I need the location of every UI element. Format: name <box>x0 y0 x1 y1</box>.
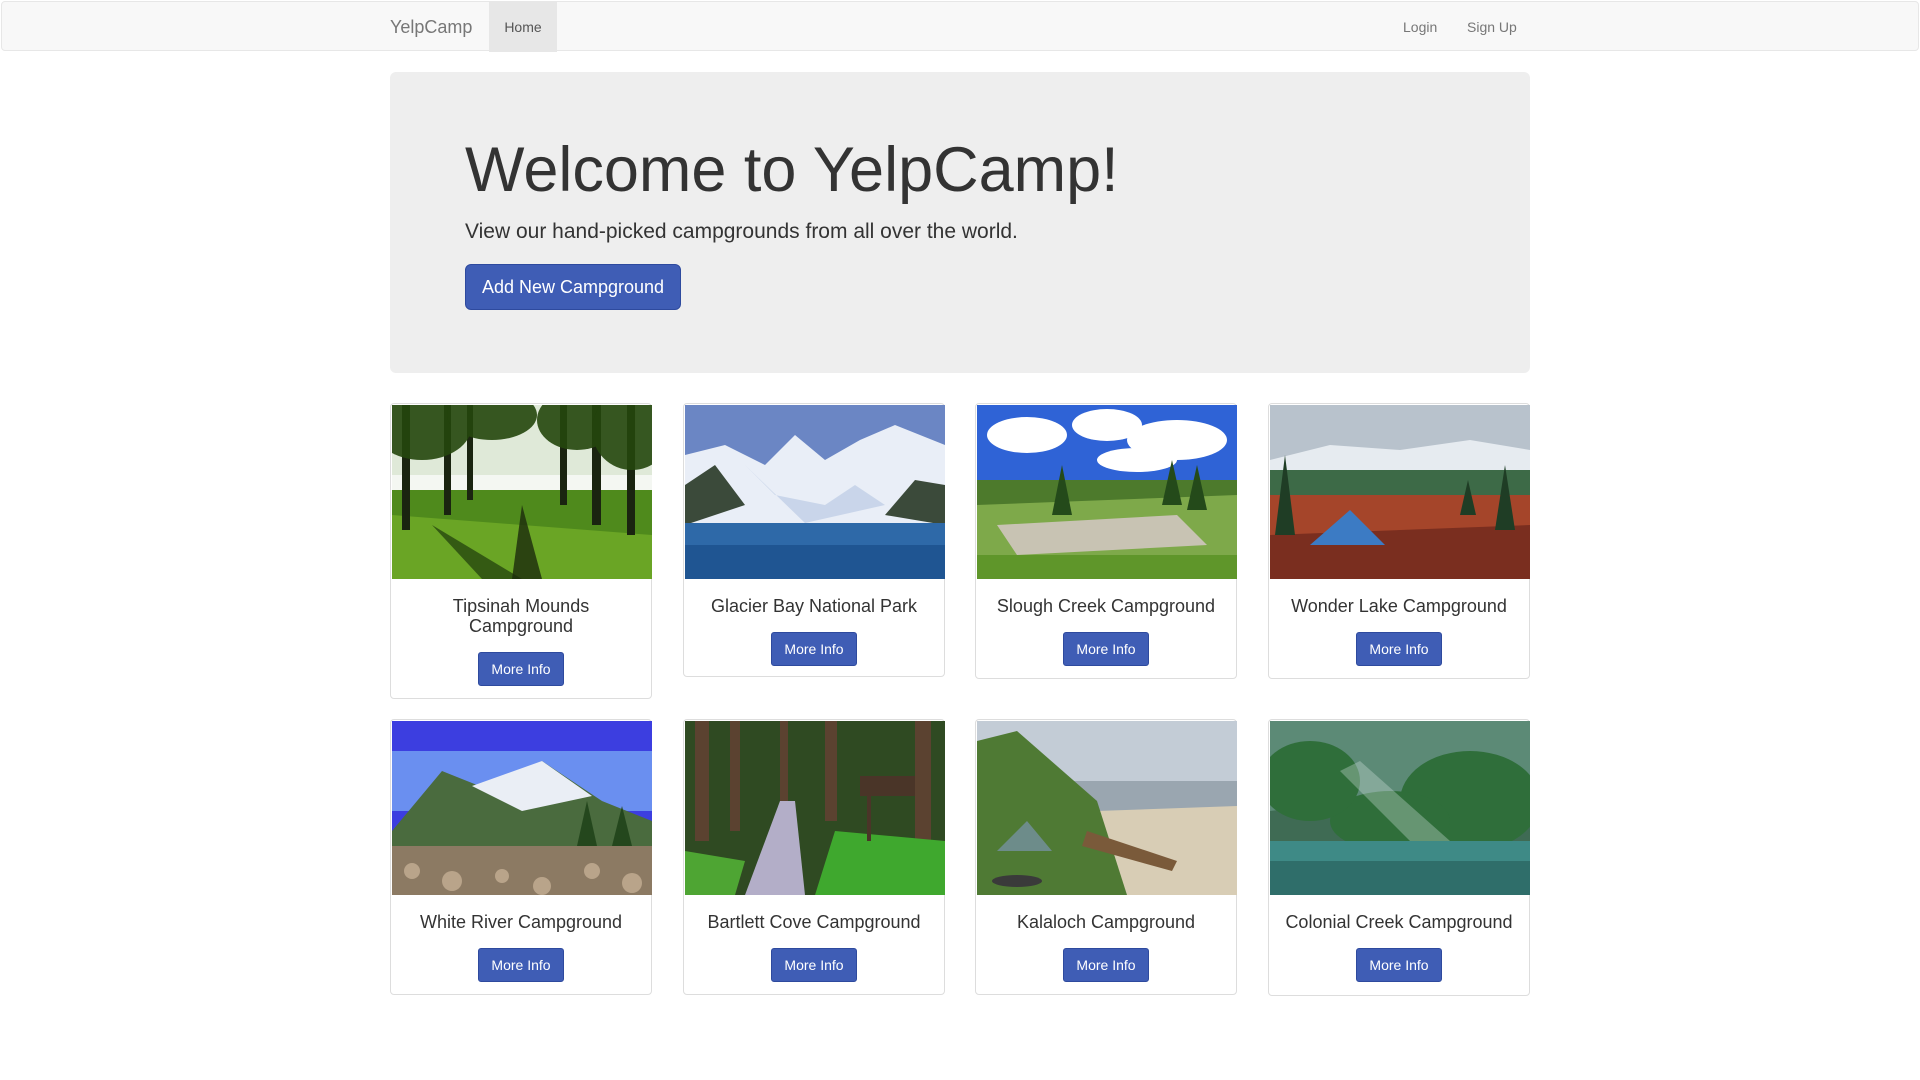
more-info-button[interactable]: More Info <box>478 651 564 686</box>
campground-image[interactable] <box>685 405 945 579</box>
campground-card: Kalaloch Campground More Info <box>975 719 1237 995</box>
campground-name: Wonder Lake Campground <box>1291 596 1507 616</box>
campground-image[interactable] <box>392 721 652 895</box>
campground-card: Tipsinah Mounds Campground More Info <box>390 403 652 699</box>
campground-card: White River Campground More Info <box>390 719 652 995</box>
campground-image[interactable] <box>392 405 652 579</box>
campground-card: Glacier Bay National Park More Info <box>683 403 945 677</box>
campground-name: Colonial Creek Campground <box>1285 912 1513 932</box>
campground-card: Slough Creek Campground More Info <box>975 403 1237 679</box>
campground-image[interactable] <box>1270 405 1530 579</box>
campground-image[interactable] <box>1270 721 1530 895</box>
nav-signup-link[interactable]: Sign Up <box>1467 2 1517 52</box>
more-info-button[interactable]: More Info <box>771 631 857 666</box>
campground-name: White River Campground <box>419 912 623 932</box>
brand-link[interactable]: YelpCamp <box>390 2 472 52</box>
campground-name: Glacier Bay National Park <box>710 596 918 616</box>
campground-image[interactable] <box>977 405 1237 579</box>
page-title: Welcome to YelpCamp! <box>465 135 1119 205</box>
navbar: YelpCamp Home Login Sign Up <box>1 1 1919 52</box>
add-campground-button[interactable]: Add New Campground <box>465 264 681 310</box>
nav-login-link[interactable]: Login <box>1403 2 1437 52</box>
campground-name: Kalaloch Campground <box>1016 912 1196 932</box>
campground-image[interactable] <box>977 721 1237 895</box>
more-info-button[interactable]: More Info <box>1063 631 1149 666</box>
campground-card: Colonial Creek Campground More Info <box>1268 719 1530 996</box>
nav-home-link[interactable]: Home <box>489 2 557 52</box>
more-info-button[interactable]: More Info <box>478 947 564 982</box>
campground-name: Slough Creek Campground <box>996 596 1216 616</box>
campground-card: Wonder Lake Campground More Info <box>1268 403 1530 679</box>
page-subtitle: View our hand-picked campgrounds from al… <box>465 220 1018 243</box>
jumbotron: Welcome to YelpCamp! View our hand-picke… <box>390 72 1530 373</box>
campground-name: Tipsinah Mounds Campground <box>452 596 590 636</box>
more-info-button[interactable]: More Info <box>1356 631 1442 666</box>
campground-image[interactable] <box>685 721 945 895</box>
more-info-button[interactable]: More Info <box>1063 947 1149 982</box>
more-info-button[interactable]: More Info <box>1356 947 1442 982</box>
campground-card: Bartlett Cove Campground More Info <box>683 719 945 995</box>
more-info-button[interactable]: More Info <box>771 947 857 982</box>
campground-name: Bartlett Cove Campground <box>707 912 921 932</box>
